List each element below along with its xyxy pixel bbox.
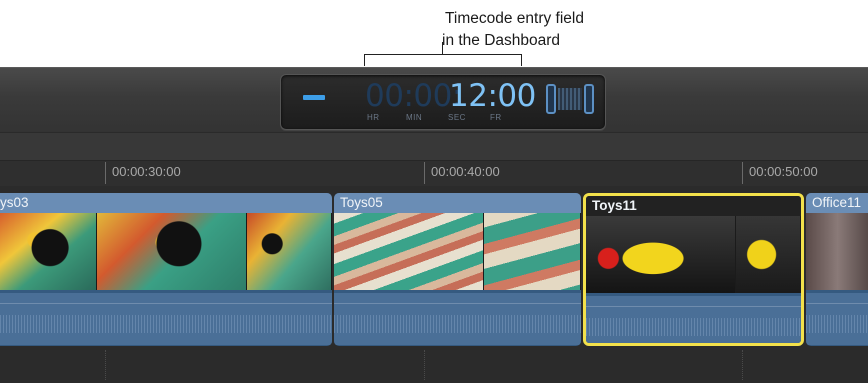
ruler-label: 00:00:40:00 <box>431 164 500 179</box>
clip-toys05[interactable]: Toys05 <box>334 193 581 346</box>
timecode-unit-hr: HR <box>367 113 380 122</box>
clip-thumbnail <box>247 213 332 290</box>
clip-header: ys03 <box>0 193 332 213</box>
clip-toys11-selected[interactable]: Toys11 <box>583 193 804 346</box>
timeline-gridline <box>424 350 426 380</box>
audio-waveform <box>586 296 801 343</box>
annotation-line-2: in the Dashboard <box>442 32 561 49</box>
timeline-gridline <box>105 350 107 380</box>
clip-thumbnail <box>736 216 801 293</box>
ruler-tick <box>424 162 425 184</box>
clip-name: Toys05 <box>340 195 383 210</box>
clip-thumbnail <box>0 213 97 290</box>
ruler-label: 00:00:30:00 <box>112 164 181 179</box>
clip-thumbnail <box>586 216 736 293</box>
clip-header: Toys05 <box>334 193 581 213</box>
clip-thumbnail <box>334 213 484 290</box>
clip-thumbnails <box>806 213 868 290</box>
clip-thumbnail <box>484 213 581 290</box>
clip-header: Office11 <box>806 193 868 213</box>
clip-thumbnails <box>0 213 332 290</box>
annotation-line-1: Timecode entry field <box>445 10 584 27</box>
clip-thumbnails <box>334 213 581 290</box>
filmstrip-icon[interactable] <box>546 84 594 114</box>
clip-name: Office11 <box>812 195 862 210</box>
filmstrip-left-handle <box>546 84 556 114</box>
timecode-unit-min: MIN <box>406 113 423 122</box>
audio-waveform <box>334 293 581 345</box>
clip-name: Toys11 <box>592 198 637 213</box>
timecode-dim-digits[interactable]: 00:00: <box>365 76 462 116</box>
ruler-tick <box>105 162 106 184</box>
timeline-header <box>0 132 868 161</box>
filmstrip-frames <box>558 88 582 110</box>
clip-toys03[interactable]: ys03 <box>0 193 332 346</box>
filmstrip-right-handle <box>584 84 594 114</box>
minus-icon[interactable] <box>303 95 325 100</box>
clip-office11[interactable]: Office11 <box>806 193 868 346</box>
timeline-gridline <box>742 350 744 380</box>
clip-thumbnail <box>97 213 247 290</box>
clip-thumbnail <box>806 213 868 290</box>
annotation-callout: Timecode entry field in the Dashboard <box>442 8 645 52</box>
annotation-bracket <box>364 54 522 66</box>
clip-name: ys03 <box>0 195 29 210</box>
audio-waveform <box>0 293 332 345</box>
audio-waveform <box>806 293 868 345</box>
clip-thumbnails <box>586 216 801 293</box>
ruler-tick <box>742 162 743 184</box>
timecode-unit-fr: FR <box>490 113 502 122</box>
ruler-label: 00:00:50:00 <box>749 164 818 179</box>
timecode-active-digits[interactable]: 12:00 <box>449 76 536 116</box>
timecode-unit-sec: SEC <box>448 113 466 122</box>
clip-header: Toys11 <box>586 196 801 216</box>
